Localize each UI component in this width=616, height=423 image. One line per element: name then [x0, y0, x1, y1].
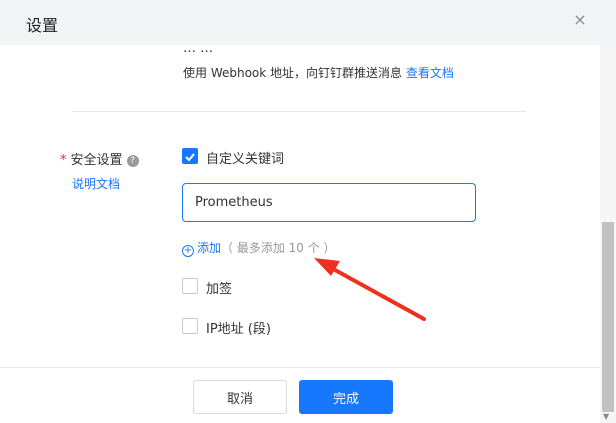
annotation-arrow: [314, 258, 426, 321]
scrollbar-thumb[interactable]: [602, 222, 614, 412]
checkmark-icon: [185, 153, 195, 162]
security-label-text: 安全设置: [70, 153, 123, 168]
plus-circle-icon: +: [182, 245, 194, 257]
webhook-text: 使用 Webhook 地址，向钉钉群推送消息: [183, 66, 403, 80]
done-button[interactable]: 完成: [299, 380, 393, 414]
sign-label: 加签: [206, 282, 233, 297]
explanation-doc-link[interactable]: 说明文档: [72, 175, 120, 192]
add-label: 添加: [197, 241, 222, 255]
keyword-input[interactable]: [182, 183, 476, 222]
dialog-header: 设置 ×: [0, 0, 616, 45]
webhook-description: 使用 Webhook 地址，向钉钉群推送消息 查看文档: [183, 64, 454, 81]
dialog-footer: 取消 完成: [0, 367, 600, 423]
required-mark: *: [60, 153, 67, 168]
custom-keyword-label: 自定义关键词: [206, 152, 285, 167]
custom-keyword-checkbox[interactable]: [182, 148, 198, 164]
ip-address-label: IP地址 (段): [206, 322, 271, 337]
cancel-button[interactable]: 取消: [193, 380, 287, 414]
ip-address-checkbox[interactable]: [182, 318, 198, 334]
help-icon[interactable]: ?: [126, 155, 139, 167]
add-keyword-button[interactable]: + 添加: [182, 241, 222, 257]
partial-clipped-text: … …: [183, 45, 214, 56]
dialog-title: 设置: [26, 16, 59, 35]
close-icon[interactable]: ×: [572, 12, 588, 28]
divider: [72, 111, 526, 112]
scroll-down-arrow-icon[interactable]: ▼: [603, 412, 609, 421]
view-docs-link[interactable]: 查看文档: [406, 66, 454, 80]
dialog-body: … … 使用 Webhook 地址，向钉钉群推送消息 查看文档 * 安全设置? 说…: [0, 45, 600, 367]
sign-checkbox[interactable]: [182, 278, 198, 294]
security-settings-label: * 安全设置?: [60, 149, 139, 168]
